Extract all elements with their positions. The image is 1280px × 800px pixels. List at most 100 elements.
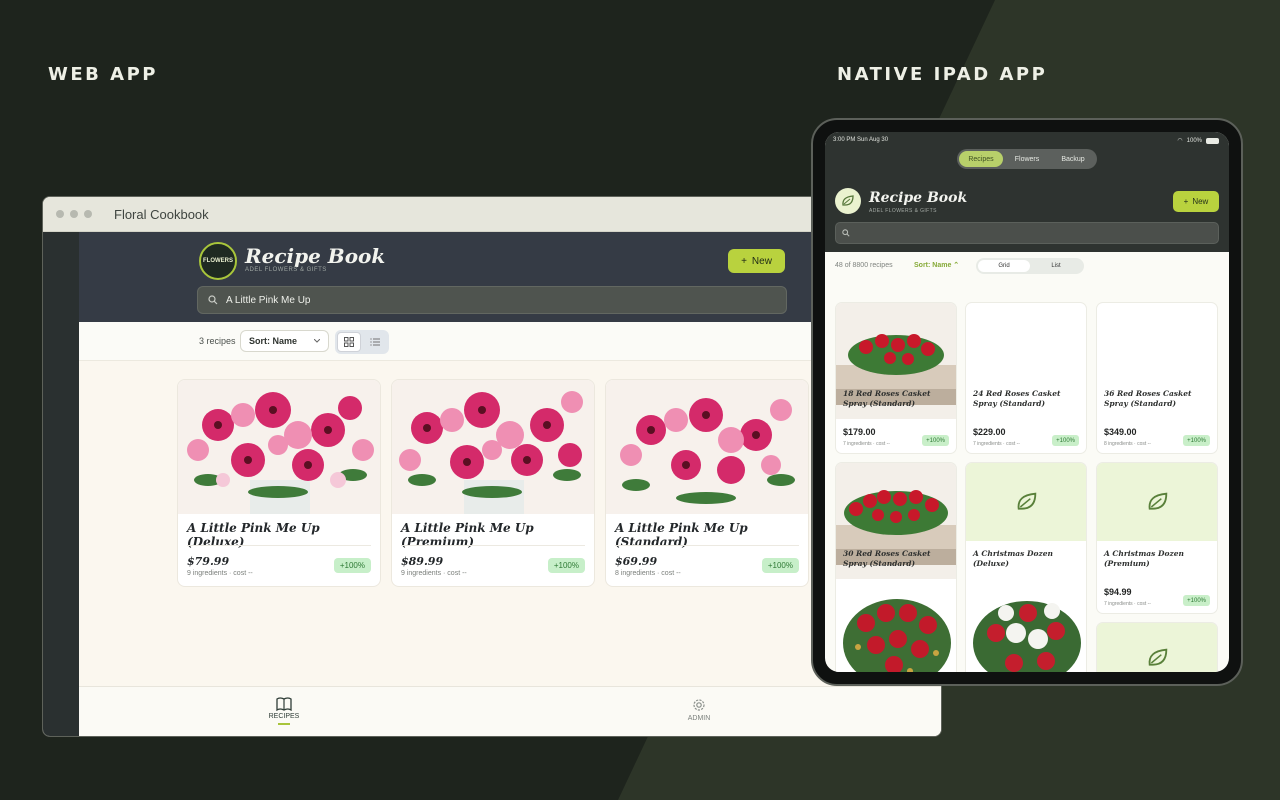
recipe-card[interactable]: A Christmas Dozen (Deluxe) xyxy=(965,462,1087,672)
recipe-card[interactable]: A Little Pink Me Up (Deluxe) $79.99 9 in… xyxy=(177,379,381,587)
main-tabs: Recipes Flowers Backup xyxy=(957,149,1097,169)
bouquet-image xyxy=(606,380,808,514)
status-bar: 3:00 PM Sun Aug 30 ◠ 100% xyxy=(833,137,1219,144)
recipe-card[interactable]: A Little Pink Me Up (Premium) $89.99 9 i… xyxy=(391,379,595,587)
recipe-count: 48 of 8800 recipes xyxy=(835,262,893,269)
tab-recipes[interactable]: Recipes xyxy=(959,151,1003,167)
recipe-title: A Christmas Dozen (Premium) xyxy=(1104,549,1184,568)
ipad-toolbar: 48 of 8800 recipes Sort: Name ⌃ Grid Lis… xyxy=(825,252,1229,280)
brand-logo: FLOWERS xyxy=(199,242,237,280)
ipad-header: 3:00 PM Sun Aug 30 ◠ 100% Recipes Flower… xyxy=(825,132,1229,252)
left-strip xyxy=(43,232,79,736)
markup-badge: +100% xyxy=(1183,435,1210,446)
search-input[interactable]: A Little Pink Me Up xyxy=(197,286,787,314)
list-icon xyxy=(370,338,380,346)
search-input[interactable] xyxy=(835,222,1219,244)
recipe-price: $69.99 xyxy=(615,555,658,568)
recipe-card[interactable]: A Christmas Dozen (Premium) $94.99 7 ing… xyxy=(1096,462,1218,614)
web-app-window: Floral Cookbook FLOWERS Recipe Book ADEL… xyxy=(42,196,942,737)
list-view-button[interactable] xyxy=(363,332,387,352)
markup-badge: +100% xyxy=(761,558,799,573)
recipe-card[interactable]: 24 Red Roses Casket Spray (Standard) $22… xyxy=(965,302,1087,454)
recipe-title: A Christmas Dozen (Deluxe) xyxy=(973,549,1053,568)
markup-badge: +100% xyxy=(547,558,585,573)
view-toggle: Grid List xyxy=(976,258,1084,274)
bouquet-image xyxy=(392,380,594,514)
recipe-meta: 9 ingredients · cost -- xyxy=(401,570,467,577)
placeholder-image xyxy=(1097,623,1217,672)
nav-admin[interactable]: ADMIN xyxy=(669,697,729,722)
recipe-meta: 7 ingredients · cost -- xyxy=(973,441,1020,447)
placeholder-image xyxy=(1097,463,1217,541)
page-title: Recipe Book xyxy=(245,244,386,268)
battery-icon xyxy=(1206,137,1219,144)
recipe-title: 36 Red Roses Casket Spray (Standard) xyxy=(1104,389,1192,408)
ipad-app-heading: NATIVE IPAD APP xyxy=(837,64,1048,85)
leaf-icon xyxy=(1148,648,1168,666)
recipe-card[interactable]: A Little Pink Me Up (Standard) $69.99 8 … xyxy=(605,379,809,587)
bouquet-image xyxy=(178,380,380,514)
divider xyxy=(401,545,585,546)
rose-arrangement-image xyxy=(836,583,956,672)
nav-recipes[interactable]: RECIPES xyxy=(254,697,314,725)
markup-badge: +100% xyxy=(922,435,949,446)
web-app-heading: WEB APP xyxy=(48,64,158,85)
grid-view-button[interactable] xyxy=(337,332,361,352)
window-close-dot[interactable] xyxy=(56,210,64,218)
recipe-meta: 8 ingredients · cost -- xyxy=(615,570,681,577)
window-titlebar: Floral Cookbook xyxy=(43,197,941,232)
active-indicator xyxy=(278,723,290,725)
gear-icon xyxy=(693,699,705,711)
recipe-meta: 7 ingredients · cost -- xyxy=(1104,601,1151,607)
window-zoom-dot[interactable] xyxy=(84,210,92,218)
christmas-bouquet-image xyxy=(966,583,1086,672)
markup-badge: +100% xyxy=(1052,435,1079,446)
recipe-card[interactable]: 18 Red Roses Casket Spray (Standard) $17… xyxy=(835,302,957,454)
search-value: A Little Pink Me Up xyxy=(226,294,311,306)
recipe-card[interactable]: 30 Red Roses Casket Spray (Standard) xyxy=(835,462,957,672)
window-minimize-dot[interactable] xyxy=(70,210,78,218)
sort-select[interactable]: Sort: Name ⌃ xyxy=(914,261,959,269)
status-time: 3:00 PM Sun Aug 30 xyxy=(833,137,889,143)
tab-flowers[interactable]: Flowers xyxy=(1005,151,1049,167)
new-recipe-button[interactable]: + New xyxy=(728,249,785,273)
recipe-title: 24 Red Roses Casket Spray (Standard) xyxy=(973,389,1061,408)
recipe-price: $179.00 xyxy=(843,427,876,437)
plus-icon: + xyxy=(741,255,747,267)
recipe-card[interactable] xyxy=(1096,622,1218,672)
book-icon xyxy=(276,697,292,712)
tab-backup[interactable]: Backup xyxy=(1051,151,1095,167)
recipe-card[interactable]: 36 Red Roses Casket Spray (Standard) $34… xyxy=(1096,302,1218,454)
list-view-button[interactable]: List xyxy=(1030,260,1082,272)
markup-badge: +100% xyxy=(333,558,371,573)
page-title: Recipe Book xyxy=(869,190,968,206)
recipe-price: $89.99 xyxy=(401,555,444,568)
plus-icon: + xyxy=(1183,197,1189,206)
recipe-meta: 8 ingredients · cost -- xyxy=(1104,441,1151,447)
sort-select[interactable]: Sort: Name xyxy=(240,330,329,352)
window-title: Floral Cookbook xyxy=(114,206,209,222)
recipe-title: 30 Red Roses Casket Spray (Standard) xyxy=(843,549,931,568)
divider xyxy=(187,545,371,546)
markup-badge: +100% xyxy=(1183,595,1210,606)
grid-view-button[interactable]: Grid xyxy=(978,260,1030,272)
ipad-screen: 3:00 PM Sun Aug 30 ◠ 100% Recipes Flower… xyxy=(825,132,1229,672)
recipe-price: $349.00 xyxy=(1104,427,1137,437)
grid-icon xyxy=(344,337,354,347)
search-icon xyxy=(208,295,218,305)
recipe-count: 3 recipes xyxy=(199,336,236,346)
placeholder-image xyxy=(966,463,1086,541)
divider xyxy=(615,545,799,546)
leaf-logo-icon xyxy=(835,188,861,214)
page-subtitle: ADEL FLOWERS & GIFTS xyxy=(869,208,937,214)
ipad-device: 3:00 PM Sun Aug 30 ◠ 100% Recipes Flower… xyxy=(811,118,1243,686)
recipe-grid: A Little Pink Me Up (Deluxe) $79.99 9 in… xyxy=(177,379,809,587)
recipe-price: $94.99 xyxy=(1104,587,1132,597)
recipe-meta: 7 ingredients · cost -- xyxy=(843,441,890,447)
recipe-title: 18 Red Roses Casket Spray (Standard) xyxy=(843,389,931,408)
new-recipe-button[interactable]: + New xyxy=(1173,191,1219,212)
page-subtitle: ADEL FLOWERS & GIFTS xyxy=(245,267,327,273)
view-toggle xyxy=(335,330,389,354)
leaf-icon xyxy=(1148,492,1168,510)
battery-percent: 100% xyxy=(1186,137,1202,144)
